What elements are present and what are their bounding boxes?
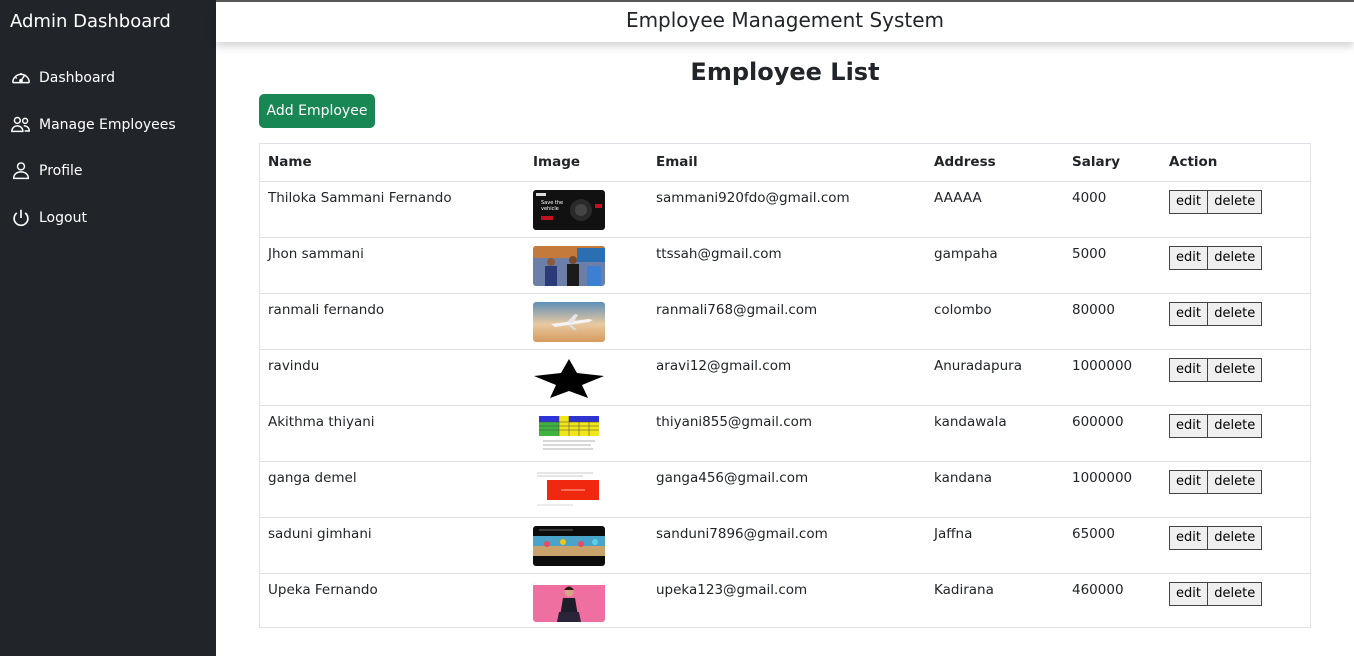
sidebar-item-label: Dashboard — [39, 70, 115, 86]
table-row: Thiloka Sammani Fernando Save the vehicle… — [260, 181, 1310, 238]
employee-name: Jhon sammani — [260, 237, 525, 294]
employee-name: saduni gimhani — [260, 517, 525, 574]
employee-salary: 600000 — [1064, 405, 1161, 462]
employee-email: ttssah@gmail.com — [648, 237, 926, 294]
edit-button[interactable]: edit — [1169, 301, 1208, 326]
employee-email: ranmali768@gmail.com — [648, 293, 926, 350]
employee-address: Kadirana — [934, 581, 994, 598]
column-header-name: Name — [260, 144, 525, 182]
header: Employee Management System — [216, 2, 1354, 42]
employee-email: sammani920fdo@gmail.com — [648, 181, 926, 238]
employee-email: sanduni7896@gmail.com — [648, 517, 926, 574]
delete-button[interactable]: delete — [1207, 245, 1263, 270]
dark-website-thumbnail: Save the vehicle — [533, 189, 605, 230]
table-row: ranmali fernando ranmali768@gmail.com co… — [260, 293, 1310, 350]
delete-button[interactable]: delete — [1207, 189, 1263, 214]
sidebar-item-label: Manage Employees — [39, 117, 176, 133]
add-employee-button[interactable]: Add Employee — [259, 94, 375, 128]
svg-text:vehicle: vehicle — [541, 206, 559, 212]
employee-salary: 460000 — [1072, 581, 1124, 598]
sidebar-item-label: Profile — [39, 163, 83, 179]
table-row: Jhon sammani ttssah@gmail.com gampaha 50… — [260, 237, 1310, 294]
column-header-salary: Salary — [1064, 144, 1161, 182]
table-row: saduni gimhani sanduni7896@gmail.com Jaf… — [260, 517, 1310, 574]
graduation-photo-thumbnail — [533, 245, 605, 286]
employee-email: ganga456@gmail.com — [648, 461, 926, 518]
column-header-address: Address — [926, 144, 1064, 182]
airplane-sky-thumbnail — [533, 301, 605, 342]
column-header-email: Email — [648, 144, 926, 182]
employee-salary: 1000000 — [1064, 461, 1161, 518]
employee-salary: 5000 — [1064, 237, 1161, 294]
employee-email: thiyani855@gmail.com — [648, 405, 926, 462]
portrait-pink-thumbnail — [533, 581, 605, 622]
edit-button[interactable]: edit — [1169, 581, 1208, 606]
employee-address: kandawala — [926, 405, 1064, 462]
edit-button[interactable]: edit — [1169, 469, 1208, 494]
sidebar-item-dashboard[interactable]: Dashboard — [10, 65, 115, 91]
black-star-thumbnail — [533, 357, 605, 398]
sidebar: Admin Dashboard Dashboard Manage Employe… — [0, 0, 216, 656]
table-row: ganga demel ganga456@gmail.com kandana 1… — [260, 461, 1310, 518]
edit-button[interactable]: edit — [1169, 525, 1208, 550]
employee-address: Anuradapura — [926, 349, 1064, 406]
employee-name: Akithma thiyani — [260, 405, 525, 462]
employee-name: Upeka Fernando — [268, 581, 378, 598]
delete-button[interactable]: delete — [1207, 357, 1263, 382]
edit-button[interactable]: edit — [1169, 357, 1208, 382]
sidebar-item-profile[interactable]: Profile — [10, 158, 83, 184]
sidebar-item-manage-employees[interactable]: Manage Employees — [10, 112, 176, 138]
employee-address: Jaffna — [926, 517, 1064, 574]
employee-name: Thiloka Sammani Fernando — [260, 181, 525, 238]
column-header-action: Action — [1161, 144, 1310, 182]
delete-button[interactable]: delete — [1207, 301, 1263, 326]
employee-name: ranmali fernando — [260, 293, 525, 350]
table-row: ravindu aravi12@gmail.com Anuradapura 10… — [260, 349, 1310, 406]
employee-table: Name Image Email Address Salary Action T… — [260, 144, 1310, 629]
power-icon — [10, 207, 32, 229]
app-title: Employee Management System — [625, 8, 945, 32]
sidebar-item-label: Logout — [39, 210, 87, 226]
red-banner-thumbnail — [533, 469, 605, 510]
page-title: Employee List — [690, 58, 880, 86]
delete-button[interactable]: delete — [1207, 413, 1263, 438]
color-table-thumbnail — [533, 413, 605, 454]
employee-address: colombo — [926, 293, 1064, 350]
person-icon — [10, 160, 32, 182]
edit-button[interactable]: edit — [1169, 245, 1208, 270]
employee-name: ganga demel — [260, 461, 525, 518]
delete-button[interactable]: delete — [1207, 581, 1263, 606]
employee-salary: 1000000 — [1064, 349, 1161, 406]
employee-salary: 65000 — [1064, 517, 1161, 574]
employee-salary: 80000 — [1064, 293, 1161, 350]
table-row: Akithma thiyani thiyani855@gmail.com kan… — [260, 405, 1310, 462]
edit-button[interactable]: edit — [1169, 189, 1208, 214]
employee-address: AAAAA — [926, 181, 1064, 238]
delete-button[interactable]: delete — [1207, 469, 1263, 494]
delete-button[interactable]: delete — [1207, 525, 1263, 550]
employee-email: upeka123@gmail.com — [656, 581, 808, 598]
table-row: Upeka Fernando upeka123@gmail.com Kadira… — [260, 573, 1310, 629]
sidebar-item-logout[interactable]: Logout — [10, 205, 87, 231]
edit-button[interactable]: edit — [1169, 413, 1208, 438]
table-header-row: Name Image Email Address Salary Action — [260, 144, 1310, 182]
employee-table-container: Name Image Email Address Salary Action T… — [259, 143, 1311, 628]
employee-email: aravi12@gmail.com — [648, 349, 926, 406]
column-header-image: Image — [525, 144, 648, 182]
speedometer-icon — [10, 67, 32, 89]
employee-address: gampaha — [926, 237, 1064, 294]
employee-address: kandana — [926, 461, 1064, 518]
employee-salary: 4000 — [1064, 181, 1161, 238]
sidebar-brand: Admin Dashboard — [10, 11, 171, 32]
people-icon — [10, 114, 32, 136]
employee-name: ravindu — [260, 349, 525, 406]
beach-banner-thumbnail — [533, 525, 605, 566]
